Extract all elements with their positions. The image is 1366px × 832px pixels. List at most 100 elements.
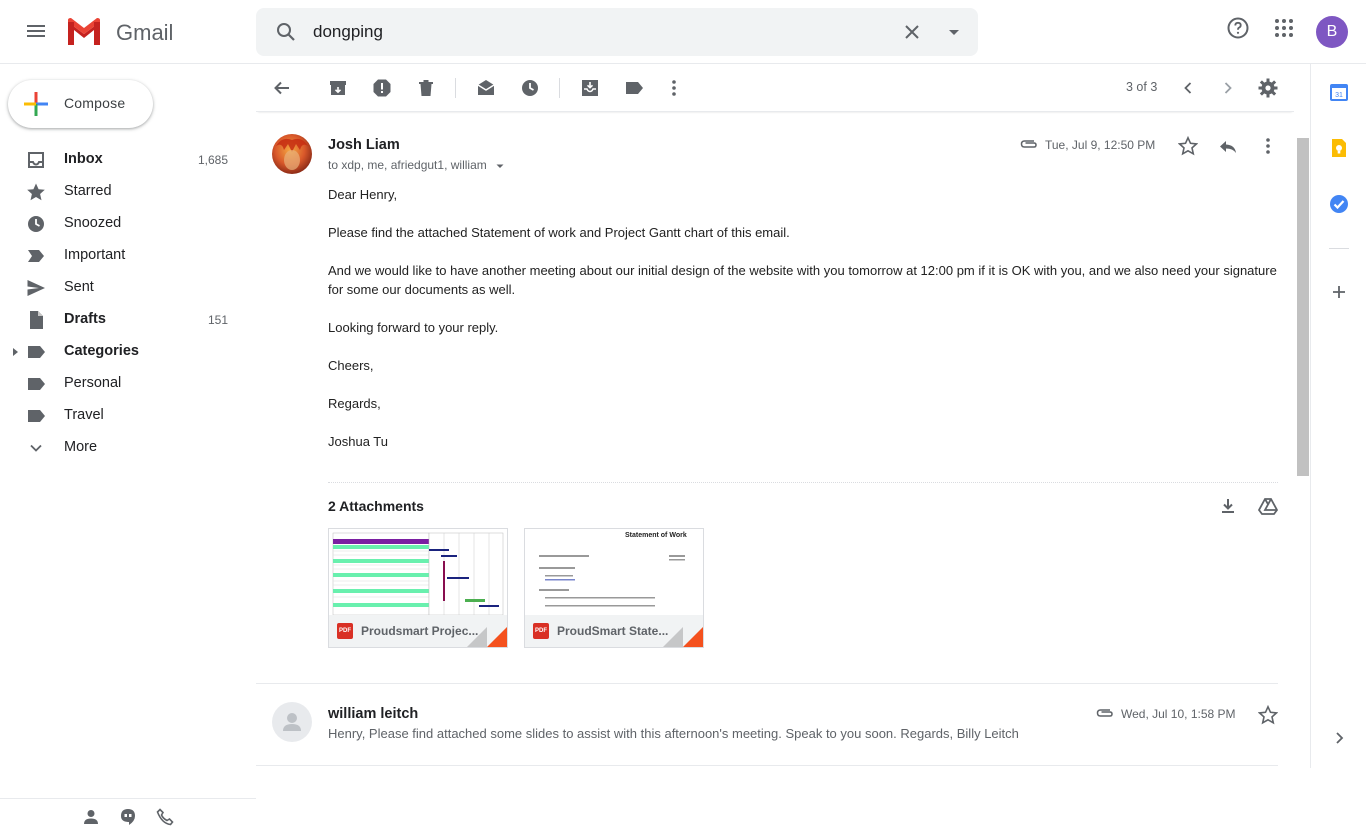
- report-spam-icon[interactable]: [372, 78, 392, 98]
- add-addon-icon[interactable]: [1329, 282, 1349, 302]
- gmail-logo-text: Gmail: [116, 20, 174, 45]
- older-chevron-icon[interactable]: [1218, 78, 1238, 98]
- hangouts-bar: [0, 798, 256, 832]
- search-options-icon[interactable]: [942, 20, 966, 44]
- attachment-card[interactable]: PDF Proudsmart Projec...: [328, 528, 508, 648]
- svg-text:31: 31: [1335, 92, 1343, 99]
- sender-name[interactable]: william leitch: [328, 706, 418, 722]
- main-menu-icon[interactable]: [24, 22, 48, 42]
- recipients-text: to xdp, me, afriedgut1, william: [328, 158, 487, 172]
- sender-avatar[interactable]: [272, 134, 312, 174]
- message-body: Dear Henry, Please find the attached Sta…: [328, 185, 1280, 470]
- body-line: Regards,: [328, 396, 381, 411]
- message-snippet[interactable]: Henry, Please find attached some slides …: [328, 726, 1019, 741]
- apps-grid-icon[interactable]: [1272, 16, 1296, 40]
- account-avatar[interactable]: B: [1316, 16, 1348, 48]
- expand-panel-chevron-icon[interactable]: [1331, 730, 1347, 746]
- sender-name[interactable]: Josh Liam: [328, 137, 400, 153]
- scrollbar-thumb[interactable]: [1297, 138, 1309, 476]
- label-icon: [26, 406, 46, 426]
- nav-item-categories[interactable]: Categories: [0, 336, 256, 368]
- message-more-icon[interactable]: [1258, 136, 1278, 156]
- left-sidebar: Compose Inbox 1,685 Starred Snoozed Impo…: [0, 64, 256, 826]
- attachment-corner-icon: [683, 627, 703, 647]
- nav-item-snoozed[interactable]: Snoozed: [0, 208, 256, 240]
- important-icon: [26, 246, 46, 266]
- message-toolbar: 3 of 3: [256, 64, 1294, 112]
- star-toggle-icon[interactable]: [1178, 136, 1198, 156]
- help-icon[interactable]: [1226, 16, 1250, 40]
- expand-arrow-icon[interactable]: [12, 347, 20, 357]
- clock-icon: [26, 214, 46, 234]
- label-as-icon[interactable]: [624, 78, 644, 98]
- nav-label: Sent: [64, 279, 94, 295]
- show-details-icon[interactable]: [494, 160, 506, 172]
- nav-label: Starred: [64, 183, 112, 199]
- nav-label: More: [64, 439, 98, 455]
- reply-icon[interactable]: [1218, 136, 1238, 156]
- nav-item-travel[interactable]: Travel: [0, 400, 256, 432]
- nav-label: Categories: [64, 343, 139, 359]
- chevron-down-icon: [26, 438, 46, 458]
- download-all-icon[interactable]: [1218, 496, 1238, 516]
- star-toggle-icon[interactable]: [1258, 705, 1278, 725]
- back-arrow-icon[interactable]: [272, 78, 292, 98]
- nav-item-inbox[interactable]: Inbox 1,685: [0, 144, 256, 176]
- search-icon[interactable]: [274, 20, 298, 44]
- archive-icon[interactable]: [328, 78, 348, 98]
- nav-item-starred[interactable]: Starred: [0, 176, 256, 208]
- nav-label: Important: [64, 247, 126, 263]
- mark-unread-icon[interactable]: [476, 78, 496, 98]
- person-icon[interactable]: [82, 808, 100, 826]
- recipients-line[interactable]: to xdp, me, afriedgut1, william: [328, 158, 506, 172]
- settings-gear-icon[interactable]: [1258, 78, 1278, 98]
- hangouts-icon[interactable]: [119, 808, 137, 826]
- compose-button[interactable]: Compose: [8, 80, 153, 128]
- attachment-card[interactable]: Statement of Work PDF ProudSmart State..…: [524, 528, 704, 648]
- nav-item-more[interactable]: More: [0, 432, 256, 464]
- compose-label: Compose: [64, 95, 126, 111]
- phone-icon[interactable]: [156, 808, 174, 826]
- draft-icon: [26, 310, 46, 330]
- gmail-logo-icon[interactable]: [66, 18, 102, 45]
- body-line: Dear Henry,: [328, 187, 398, 202]
- attachments-title: 2 Attachments: [328, 498, 424, 514]
- nav-label: Drafts: [64, 311, 106, 327]
- nav-item-personal[interactable]: Personal: [0, 368, 256, 400]
- nav-item-sent[interactable]: Sent: [0, 272, 256, 304]
- nav-item-drafts[interactable]: Drafts 151: [0, 304, 256, 336]
- clear-search-icon[interactable]: [900, 20, 924, 44]
- attachment-fold: [663, 627, 683, 647]
- newer-chevron-icon[interactable]: [1178, 78, 1198, 98]
- body-line: Joshua Tu: [328, 434, 388, 449]
- attachments-divider: [328, 482, 1278, 483]
- top-bar: Gmail dongping B: [0, 0, 1366, 64]
- delete-icon[interactable]: [416, 78, 436, 98]
- nav-count: 1,685: [197, 153, 228, 167]
- body-line: Looking forward to your reply.: [328, 320, 499, 335]
- nav-item-important[interactable]: Important: [0, 240, 256, 272]
- message-divider: [256, 683, 1278, 684]
- calendar-icon[interactable]: 31: [1329, 82, 1349, 102]
- more-vert-icon[interactable]: [664, 78, 684, 98]
- pagination-text: 3 of 3: [1126, 80, 1158, 94]
- keep-icon[interactable]: [1329, 138, 1349, 158]
- snooze-icon[interactable]: [520, 78, 540, 98]
- search-bar[interactable]: dongping: [256, 8, 978, 56]
- message-divider: [256, 765, 1278, 766]
- tasks-icon[interactable]: [1329, 194, 1349, 214]
- label-icon: [26, 374, 46, 394]
- sender-avatar[interactable]: [272, 702, 312, 742]
- nav-label: Travel: [64, 407, 104, 423]
- message-date: Wed, Jul 10, 1:58 PM: [1121, 707, 1236, 721]
- save-to-drive-icon[interactable]: [1258, 496, 1278, 516]
- body-line: And we would like to have another meetin…: [328, 263, 1277, 297]
- nav-list: Inbox 1,685 Starred Snoozed Important Se…: [0, 144, 256, 464]
- nav-label: Personal: [64, 375, 122, 391]
- nav-label: Snoozed: [64, 215, 122, 231]
- label-icon: [26, 342, 46, 362]
- main-content: 3 of 3 Josh Liam to xdp, me, afriedgut1,…: [256, 64, 1294, 768]
- nav-label: Inbox: [64, 151, 103, 167]
- move-to-icon[interactable]: [580, 78, 600, 98]
- search-input[interactable]: dongping: [313, 22, 383, 42]
